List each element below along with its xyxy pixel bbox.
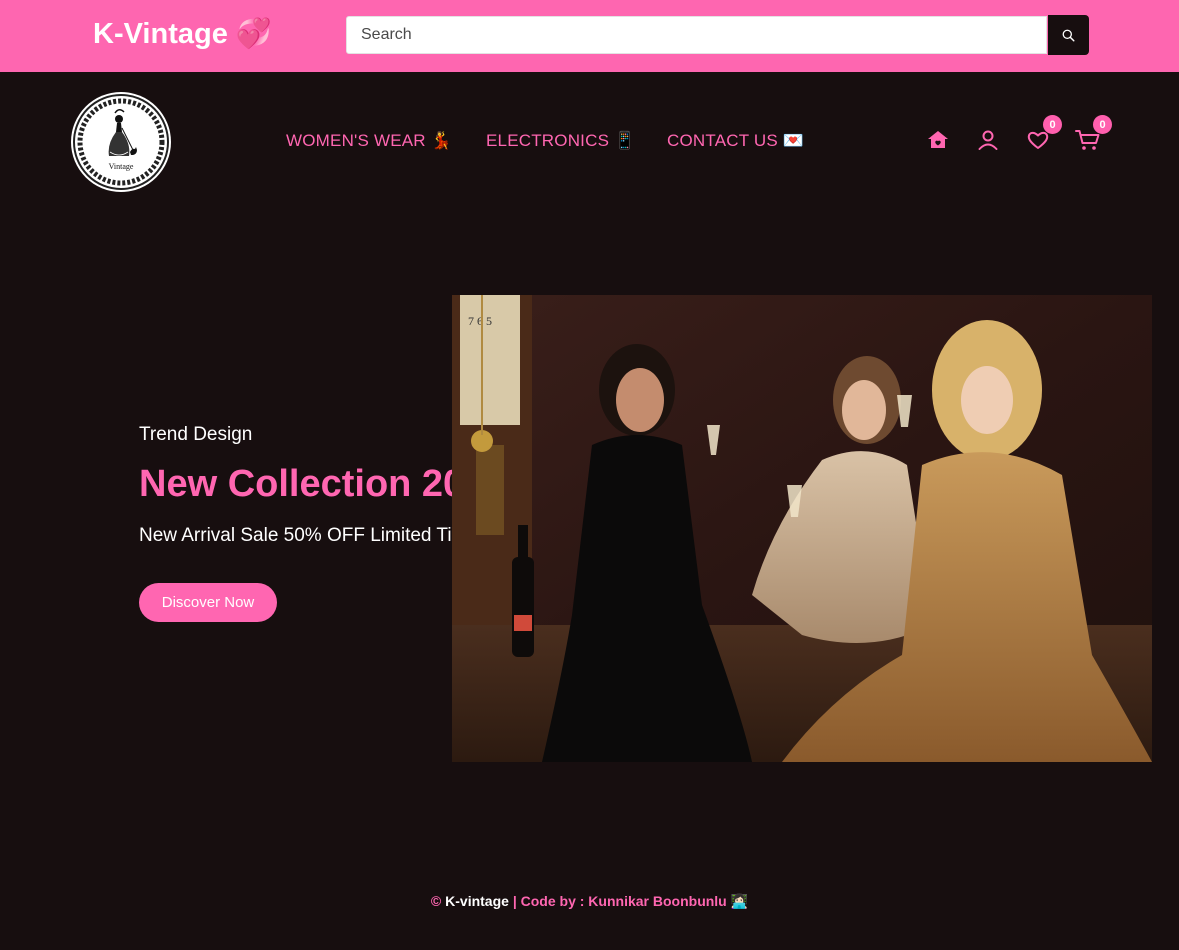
wishlist-count-badge: 0 [1043,115,1062,134]
user-icon [978,130,998,150]
vintage-logo-icon [73,94,169,190]
footer: © K-vintage | Code by : Kunnikar Boonbun… [0,893,1179,910]
footer-separator: | [508,893,521,909]
hero-description: New Arrival Sale 50% OFF Limited Ti [139,525,452,546]
home-icon [928,131,948,148]
search-button[interactable] [1048,15,1089,55]
svg-text:7 6 5: 7 6 5 [468,314,492,328]
footer-credit-emoji: 👩🏻‍💻 [730,893,749,909]
hero-photo: 7 6 5 [452,295,1152,762]
nav-electronics[interactable]: ELECTRONICS 📱 [486,131,635,151]
footer-brand: K-vintage [445,893,509,909]
brand-name: K-Vintage [93,18,228,50]
hero-image: 7 6 5 [452,295,1152,762]
search-input[interactable] [346,16,1047,54]
nav-contact-us[interactable]: CONTACT US 💌 [667,131,804,151]
footer-credit: Code by : Kunnikar Boonbunlu [520,893,727,909]
brand-link[interactable]: K-Vintage 💞 [93,17,272,51]
home-button[interactable] [925,127,951,153]
hero-subtitle: Trend Design [139,424,253,445]
discover-now-button[interactable]: Discover Now [139,583,277,622]
top-bar: K-Vintage 💞 [0,0,1179,72]
cart-count-badge: 0 [1093,115,1112,134]
search-icon [1062,29,1075,42]
site-logo[interactable]: Vintage [71,92,171,192]
nav-womens-wear[interactable]: WOMEN'S WEAR 💃 [286,131,452,151]
logo-text: Vintage [108,162,134,171]
brand-emoji: 💞 [235,18,272,50]
hero-title: New Collection 20 [139,463,465,505]
footer-copyright: © [430,893,442,909]
account-button[interactable] [975,127,1001,153]
